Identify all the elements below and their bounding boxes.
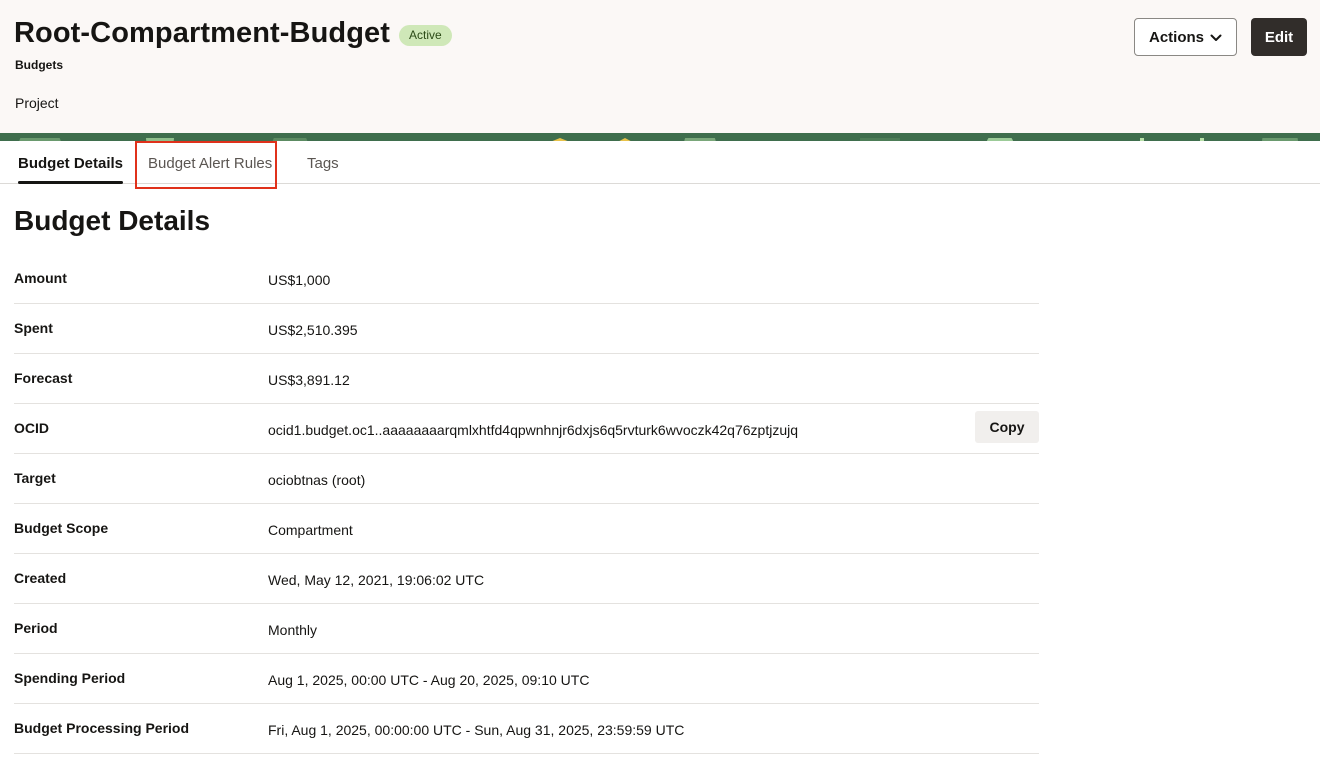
detail-value: Monthly (268, 622, 318, 638)
detail-value: Aug 1, 2025, 00:00 UTC - Aug 20, 2025, 0… (268, 672, 590, 688)
detail-label: Period (14, 620, 58, 636)
tab-bar: Budget Details Budget Alert Rules Tags (0, 141, 1320, 184)
detail-row-budget-scope: Budget Scope Compartment (14, 504, 1039, 554)
breadcrumb[interactable]: Budgets (15, 58, 63, 72)
section-title: Budget Details (14, 205, 211, 236)
detail-value: US$2,510.395 (268, 322, 358, 338)
chevron-down-icon (1210, 31, 1222, 48)
detail-label: Spent (14, 320, 53, 336)
detail-value: US$3,891.12 (268, 372, 350, 388)
detail-row-spending-period: Spending Period Aug 1, 2025, 00:00 UTC -… (14, 654, 1039, 704)
actions-button[interactable]: Actions (1134, 18, 1237, 56)
detail-label: OCID (14, 420, 49, 436)
detail-label: Target (14, 470, 56, 486)
tab-budget-alert-rules[interactable]: Budget Alert Rules (148, 141, 272, 184)
detail-row-amount: Amount US$1,000 (14, 254, 1039, 304)
detail-label: Budget Scope (14, 520, 109, 536)
actions-button-label: Actions (1149, 28, 1205, 46)
detail-value: US$1,000 (268, 272, 331, 288)
detail-row-budget-processing-period: Budget Processing Period Fri, Aug 1, 202… (14, 704, 1039, 754)
details-list: Amount US$1,000 Spent US$2,510.395 Forec… (14, 254, 1039, 754)
detail-label: Created (14, 570, 67, 586)
detail-label: Forecast (14, 370, 73, 386)
page-title: Root-Compartment-Budget (14, 17, 391, 49)
detail-label: Amount (14, 270, 67, 286)
decorative-banner (0, 133, 1320, 141)
tab-tags[interactable]: Tags (307, 141, 339, 184)
copy-button[interactable]: Copy (975, 411, 1039, 443)
detail-value: Compartment (268, 522, 353, 538)
detail-value: Wed, May 12, 2021, 19:06:02 UTC (268, 572, 485, 588)
detail-label: Budget Processing Period (14, 720, 190, 736)
project-label: Project (15, 95, 59, 111)
detail-value: ociobtnas (root) (268, 472, 366, 488)
detail-row-target: Target ociobtnas (root) (14, 454, 1039, 504)
detail-row-spent: Spent US$2,510.395 (14, 304, 1039, 354)
detail-row-forecast: Forecast US$3,891.12 (14, 354, 1039, 404)
detail-row-created: Created Wed, May 12, 2021, 19:06:02 UTC (14, 554, 1039, 604)
page-header: Root-Compartment-Budget Active Budgets P… (0, 0, 1320, 133)
status-badge: Active (399, 25, 452, 46)
detail-row-period: Period Monthly (14, 604, 1039, 654)
tab-budget-details[interactable]: Budget Details (18, 141, 124, 184)
edit-button[interactable]: Edit (1251, 18, 1307, 56)
ocid-value: ocid1.budget.oc1..aaaaaaaarqmlxhtfd4qpwn… (268, 422, 799, 438)
detail-row-ocid: OCID ocid1.budget.oc1..aaaaaaaarqmlxhtfd… (14, 404, 1039, 454)
detail-label: Spending Period (14, 670, 126, 686)
detail-value: Fri, Aug 1, 2025, 00:00:00 UTC - Sun, Au… (268, 722, 685, 738)
